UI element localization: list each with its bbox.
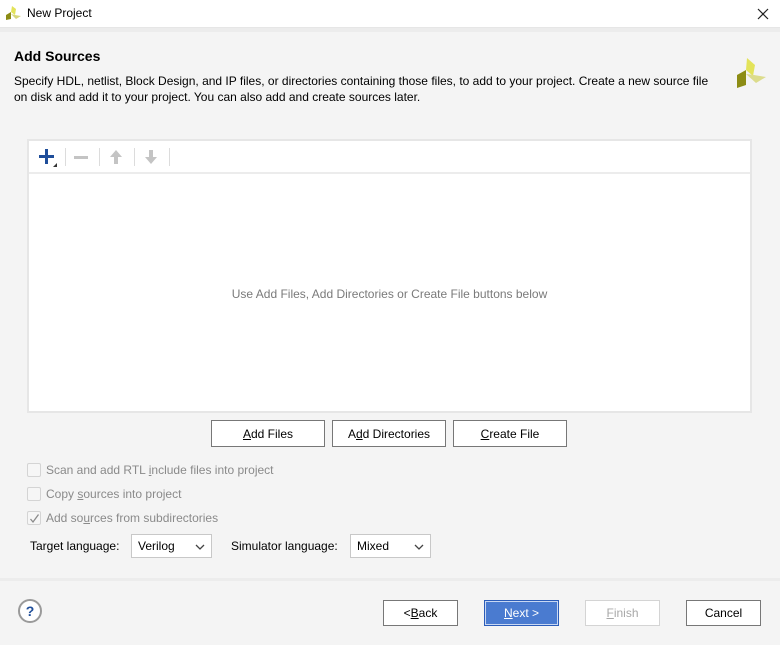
copy-sources-checkbox[interactable] (27, 487, 41, 501)
mnemonic: N (503, 606, 513, 620)
move-down-button[interactable] (139, 146, 163, 168)
option-label: Copy sources into project (46, 487, 182, 501)
button-label: ack (418, 606, 438, 620)
checkmark-icon (29, 513, 39, 523)
add-files-button[interactable]: Add Files (211, 420, 325, 447)
back-button[interactable]: < Back (383, 600, 458, 626)
add-subdirectories-option[interactable]: Add sources from subdirectories (27, 509, 218, 527)
move-up-icon (110, 150, 122, 164)
sources-toolbar (29, 141, 750, 174)
vivado-logo-icon (737, 58, 766, 88)
selected-value: Verilog (138, 539, 175, 553)
scan-rtl-include-option[interactable]: Scan and add RTL include files into proj… (27, 461, 274, 479)
help-icon: ? (25, 603, 35, 619)
mnemonic: F (606, 606, 614, 620)
button-label: < (403, 606, 411, 620)
move-up-button[interactable] (104, 146, 128, 168)
mnemonic: A (242, 426, 251, 441)
chevron-down-icon (195, 544, 205, 550)
target-language-select[interactable]: Verilog (131, 534, 212, 558)
close-icon (757, 8, 769, 20)
add-sources-button[interactable] (35, 146, 59, 168)
vivado-logo-icon (6, 6, 21, 20)
page-title: Add Sources (14, 48, 101, 64)
remove-icon (74, 156, 88, 159)
option-label: Add sources from subdirectories (46, 511, 219, 525)
header-divider (0, 28, 780, 32)
window-title: New Project (27, 6, 92, 20)
page-description: Specify HDL, netlist, Block Design, and … (14, 74, 709, 104)
finish-button[interactable]: Finish (585, 600, 660, 626)
cancel-button[interactable]: Cancel (686, 600, 761, 626)
toolbar-separator (65, 148, 66, 166)
remove-button[interactable] (69, 146, 93, 168)
create-file-button[interactable]: Create File (453, 420, 567, 447)
mnemonic: B (410, 606, 419, 620)
toolbar-separator (169, 148, 170, 166)
button-label: d Directories (362, 426, 431, 441)
add-subdirectories-checkbox[interactable] (27, 511, 41, 525)
button-label: ext > (512, 606, 540, 620)
button-label: Cancel (704, 606, 743, 620)
add-icon (39, 149, 57, 167)
add-directories-button[interactable]: Add Directories (332, 420, 446, 447)
simulator-language-select[interactable]: Mixed (350, 534, 431, 558)
mnemonic: d (355, 426, 363, 441)
copy-sources-option[interactable]: Copy sources into project (27, 485, 181, 503)
toolbar-separator (99, 148, 100, 166)
button-label: dd Files (250, 426, 294, 441)
option-label: Scan and add RTL include files into proj… (46, 463, 274, 477)
close-button[interactable] (746, 0, 780, 28)
move-down-icon (145, 150, 157, 164)
simulator-language-label: Simulator language: (231, 539, 338, 553)
empty-list-message: Use Add Files, Add Directories or Create… (231, 287, 548, 301)
chevron-down-icon (414, 544, 424, 550)
selected-value: Mixed (357, 539, 390, 553)
button-label: reate File (489, 426, 540, 441)
window-titlebar: New Project (0, 0, 780, 28)
scan-rtl-include-checkbox[interactable] (27, 463, 41, 477)
mnemonic: C (480, 426, 490, 441)
button-label: inish (613, 606, 639, 620)
help-button[interactable]: ? (18, 599, 42, 623)
target-language-label: Target language: (30, 539, 120, 553)
toolbar-separator (134, 148, 135, 166)
button-label: A (347, 426, 356, 441)
sources-panel: Use Add Files, Add Directories or Create… (27, 139, 752, 413)
next-button[interactable]: Next > (484, 600, 559, 626)
footer-divider (0, 578, 780, 581)
